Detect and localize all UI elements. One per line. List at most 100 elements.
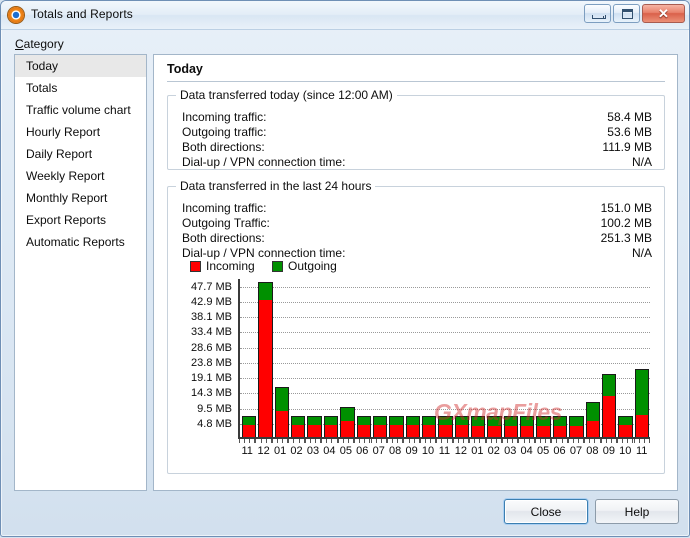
chart-tick-group xyxy=(370,439,387,444)
chart-bar xyxy=(437,279,453,437)
sidebar-item-totals[interactable]: Totals xyxy=(15,77,146,99)
today-both-row: Both directions: 111.9 MB xyxy=(182,140,652,155)
chart-x-tick-label: 12 xyxy=(257,445,270,457)
sidebar-item-today[interactable]: Today xyxy=(15,55,146,77)
row-label: Outgoing traffic: xyxy=(182,125,267,139)
chart-bar-segment-outgoing xyxy=(356,415,371,425)
chart-y-tick-label: 9.5 MB xyxy=(197,402,232,415)
maximize-button[interactable] xyxy=(613,4,640,23)
chart-bar-segment-incoming xyxy=(291,424,306,437)
chart-bar-segment-outgoing xyxy=(503,415,519,426)
chart-bars xyxy=(241,279,650,437)
chart-tick-group xyxy=(518,439,535,444)
chart-x-tick-label: 01 xyxy=(471,445,484,457)
chart-bar-segment-incoming xyxy=(274,410,290,437)
minimize-icon xyxy=(592,15,606,19)
chart-x-tick-label: 01 xyxy=(273,445,287,457)
row-value: 58.4 MB xyxy=(607,110,652,124)
chart-x-tick-label: 09 xyxy=(405,445,418,457)
traffic-bar-chart: 47.7 MB 42.9 MB 38.1 MB 33.4 MB 28.6 MB 23.8 … xyxy=(176,279,658,465)
row-value: 53.6 MB xyxy=(607,125,652,139)
chart-bar xyxy=(257,279,273,437)
chart-bar xyxy=(274,279,290,437)
chart-tick-group xyxy=(255,439,272,444)
chart-bar-segment-outgoing xyxy=(323,415,339,425)
chart-bar-segment-incoming xyxy=(536,425,551,437)
category-list[interactable]: Today Totals Traffic volume chart Hourly… xyxy=(14,54,147,491)
chart-bar-segment-outgoing xyxy=(258,282,273,300)
title-divider xyxy=(167,81,665,82)
sidebar-item-label: Hourly Report xyxy=(26,125,101,139)
chart-y-tick-label: 28.6 MB xyxy=(191,341,232,354)
chart-bar-segment-incoming xyxy=(552,425,568,437)
chart-x-tick-label: 07 xyxy=(372,445,385,457)
chart-tick-group xyxy=(567,439,585,444)
chart-x-tick-label: 12 xyxy=(454,445,468,457)
row-value: 100.2 MB xyxy=(600,216,652,230)
sidebar-item-label: Traffic volume chart xyxy=(26,103,131,117)
legend-swatch-outgoing xyxy=(272,260,284,272)
content-panel: Today Data transferred today (since 12:0… xyxy=(153,54,678,491)
chart-y-tick-label: 38.1 MB xyxy=(191,311,232,324)
legend-item-incoming: Incoming xyxy=(190,259,255,273)
sidebar-item-label: Weekly Report xyxy=(26,169,105,183)
chart-tick-group xyxy=(584,439,601,444)
chart-tick-group xyxy=(321,439,338,444)
sidebar-item-traffic-volume-chart[interactable]: Traffic volume chart xyxy=(15,99,146,121)
chart-tick-group xyxy=(485,439,502,444)
chart-bar-segment-outgoing xyxy=(569,415,584,426)
chart-tick-group xyxy=(534,439,552,444)
chart-x-tick-label: 03 xyxy=(306,445,320,457)
chart-tick-group xyxy=(403,439,420,444)
chart-bar-segment-outgoing xyxy=(372,415,388,425)
chart-x-tick-label: 02 xyxy=(487,445,500,457)
chart-bar-segment-outgoing xyxy=(487,415,502,426)
chart-tick-group xyxy=(551,439,568,444)
chart-bar-segment-incoming xyxy=(389,424,404,437)
sidebar-item-monthly-report[interactable]: Monthly Report xyxy=(15,187,146,209)
close-button[interactable]: ✕ xyxy=(642,4,685,23)
chart-bar-segment-incoming xyxy=(242,424,257,437)
sidebar-item-automatic-reports[interactable]: Automatic Reports xyxy=(15,231,146,253)
chart-x-tick-label: 06 xyxy=(553,445,566,457)
chart-tick-group xyxy=(337,439,355,444)
sidebar-item-weekly-report[interactable]: Weekly Report xyxy=(15,165,146,187)
last24-outgoing-row: Outgoing Traffic: 100.2 MB xyxy=(182,216,652,231)
chart-bar xyxy=(470,279,486,437)
chart-bar-segment-incoming xyxy=(634,415,649,437)
sidebar-item-export-reports[interactable]: Export Reports xyxy=(15,209,146,231)
chart-bar xyxy=(372,279,388,437)
sidebar-item-daily-report[interactable]: Daily Report xyxy=(15,143,146,165)
chart-x-tick-label: 09 xyxy=(602,445,615,457)
minimize-button[interactable] xyxy=(584,4,611,23)
chart-bar-segment-outgoing xyxy=(520,415,535,426)
row-label: Both directions: xyxy=(182,140,265,154)
chart-bar-segment-outgoing xyxy=(421,415,437,425)
chart-x-tick-label: 07 xyxy=(569,445,583,457)
chart-bar-segment-incoming xyxy=(372,424,388,437)
chart-bar-segment-incoming xyxy=(323,424,339,437)
chart-bar-segment-outgoing xyxy=(242,415,257,425)
chart-plot-area xyxy=(238,279,650,439)
chart-x-tick-label: 11 xyxy=(636,445,648,457)
chart-x-tick-label: 05 xyxy=(339,445,352,457)
chart-bar xyxy=(617,279,633,437)
window-controls: ✕ xyxy=(584,4,685,23)
sidebar-item-hourly-report[interactable]: Hourly Report xyxy=(15,121,146,143)
chart-bar-segment-incoming xyxy=(471,425,486,437)
row-label: Both directions: xyxy=(182,231,265,245)
help-button[interactable]: Help xyxy=(595,499,679,524)
chart-bar-segment-outgoing xyxy=(552,415,568,426)
chart-x-tick-label: 04 xyxy=(323,445,336,457)
sidebar-item-label: Automatic Reports xyxy=(26,235,125,249)
chart-tick-group xyxy=(304,439,322,444)
chart-bar-segment-outgoing xyxy=(307,415,322,425)
chart-bar-segment-outgoing xyxy=(618,415,633,425)
close-dialog-button[interactable]: Close xyxy=(504,499,588,524)
chart-x-tick-label: 08 xyxy=(586,445,599,457)
row-value: N/A xyxy=(631,246,652,260)
last-24-hours-group-title: Data transferred in the last 24 hours xyxy=(176,179,376,193)
chart-bar-segment-incoming xyxy=(569,425,584,437)
chart-bar xyxy=(486,279,502,437)
chart-y-tick-label: 33.4 MB xyxy=(191,326,232,339)
